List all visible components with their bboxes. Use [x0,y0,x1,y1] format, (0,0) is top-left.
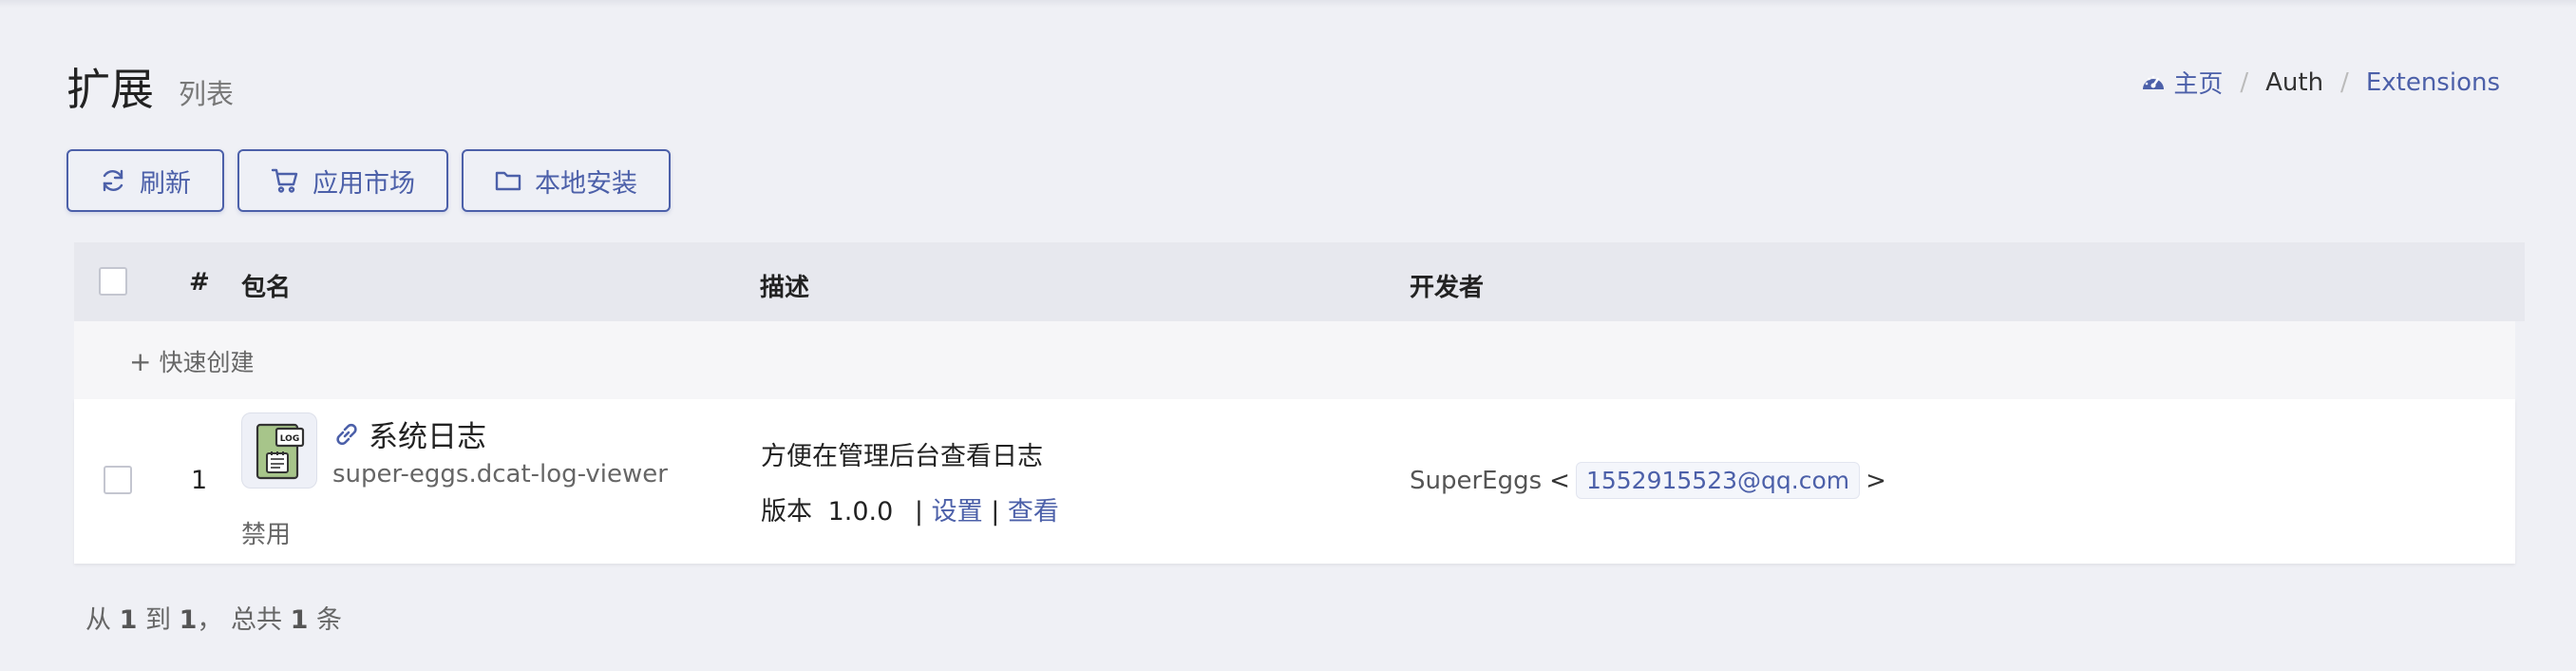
folder-icon [495,171,521,191]
developer-info: SuperEggs < 1552915523@qq.com > [1410,462,1886,499]
quick-create-link[interactable]: + 快速创建 [129,344,254,378]
page-title: 扩展 [66,64,154,115]
quick-create-label: 快速创建 [159,349,255,376]
version-line: 版本 1.0.0 | 设置 | 查看 [761,490,1059,527]
total-unit: 条 [315,605,342,635]
total-label: 总共 [230,605,282,635]
local-install-label: 本地安装 [535,168,637,199]
row-checkbox[interactable] [104,466,132,494]
settings-link[interactable]: 设置 [932,497,983,527]
breadcrumb-home-link[interactable]: 主页 [2173,65,2223,100]
version-number: 1.0.0 [827,497,894,527]
column-developer-header: 开发者 [1410,274,1485,302]
from-label: 从 [85,605,111,635]
pagination-summary: 从 1 到 1， 总共 1 条 [85,599,342,636]
select-all-checkbox[interactable] [99,267,127,296]
plus-icon: + [129,345,152,377]
svg-text:LOG: LOG [280,434,299,444]
column-package-header: 包名 [241,274,292,302]
total-value: 1 [290,605,309,635]
dashboard-gauge-icon [2141,72,2166,93]
to-value: 1 [179,605,198,635]
refresh-icon [103,169,123,192]
top-shadow [0,0,2576,8]
email-open-bracket: < [1549,466,1570,495]
breadcrumb: 主页 / Auth / Extensions [2141,65,2500,100]
column-description-header: 描述 [760,274,810,302]
app-market-button[interactable]: 应用市场 [237,149,448,212]
quick-create-row: + 快速创建 [74,321,2515,399]
comma: ， [197,605,223,635]
row-index: 1 [191,466,208,495]
log-file-icon: LOG [241,412,317,489]
table-row: 1 LOG 系统日志 super-eggs.dcat-log-viewer 禁用… [74,399,2515,564]
to-label: 到 [144,605,171,635]
separator-pipe: | [914,497,923,527]
breadcrumb-separator: / [2340,67,2349,97]
package-id: super-eggs.dcat-log-viewer [332,460,668,489]
view-link[interactable]: 查看 [1008,497,1059,527]
shopping-cart-icon [271,168,298,193]
link-icon [332,420,361,449]
package-name-link[interactable]: 系统日志 [332,412,486,455]
disable-action[interactable]: 禁用 [241,515,291,550]
breadcrumb-extensions-link[interactable]: Extensions [2366,68,2500,97]
version-label: 版本 [761,497,812,527]
app-market-label: 应用市场 [313,168,415,199]
developer-name: SuperEggs [1410,466,1543,495]
developer-email[interactable]: 1552915523@qq.com [1575,462,1861,499]
separator-pipe: | [991,497,1000,527]
local-install-button[interactable]: 本地安装 [462,149,671,212]
package-description: 方便在管理后台查看日志 [761,442,1043,471]
email-close-bracket: > [1866,466,1886,495]
page-subtitle: 列表 [179,78,235,110]
refresh-button[interactable]: 刷新 [66,149,224,212]
toolbar: 刷新 应用市场 本地安装 [66,149,671,212]
breadcrumb-separator: / [2240,67,2249,97]
package-name: 系统日志 [369,420,486,454]
column-index-header: # [189,268,210,297]
from-value: 1 [119,605,138,635]
refresh-label: 刷新 [140,168,191,199]
table-header: # 包名 描述 开发者 [74,242,2525,321]
breadcrumb-auth: Auth [2265,67,2324,97]
